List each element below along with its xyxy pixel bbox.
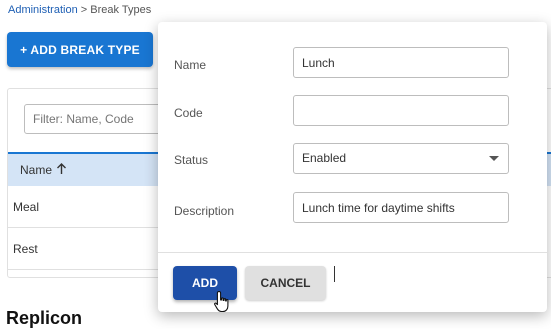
cancel-button[interactable]: CANCEL [245, 266, 326, 300]
column-header-name[interactable]: Name [20, 163, 67, 177]
name-field[interactable] [293, 47, 509, 78]
description-field[interactable] [293, 192, 509, 223]
text-cursor [334, 266, 335, 282]
description-label: Description [174, 204, 235, 218]
status-label: Status [174, 153, 209, 167]
column-header-name-label: Name [20, 163, 53, 177]
table-row[interactable]: Meal [8, 186, 158, 228]
add-break-type-button[interactable]: + ADD BREAK TYPE [7, 32, 153, 67]
hand-pointer-icon [213, 290, 233, 314]
status-select-value: Enabled [302, 151, 347, 165]
code-label: Code [174, 106, 203, 120]
breadcrumb-current: Break Types [90, 4, 152, 16]
filter-input[interactable] [24, 104, 174, 134]
row-name: Rest [13, 242, 38, 256]
code-field[interactable] [293, 95, 509, 126]
breadcrumb-separator: > [80, 4, 88, 16]
breadcrumb: Administration > Break Types [8, 4, 151, 16]
dialog-divider [158, 252, 547, 253]
breadcrumb-administration-link[interactable]: Administration [8, 4, 78, 16]
table-row[interactable]: Rest [8, 228, 158, 270]
row-name: Meal [13, 200, 40, 214]
arrow-up-icon [56, 163, 67, 177]
name-label: Name [174, 58, 207, 72]
caret-down-icon [489, 156, 499, 161]
footer-logo: Replicon [6, 308, 83, 328]
add-break-type-dialog: Name Code Status Enabled Description ADD… [158, 22, 547, 312]
status-select[interactable]: Enabled [293, 143, 509, 174]
